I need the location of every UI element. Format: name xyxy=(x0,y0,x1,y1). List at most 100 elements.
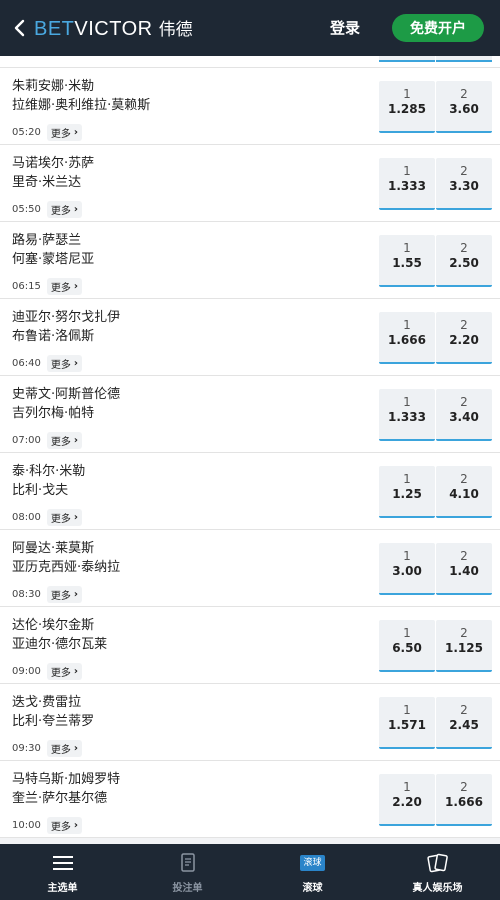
odds-button-2[interactable]: 2 2.20 xyxy=(436,312,492,364)
odds-button-1[interactable]: 1 1.666 xyxy=(379,312,435,364)
odds-button-1[interactable]: 1 1.333 xyxy=(379,158,435,210)
nav-home-label: 主选单 xyxy=(47,883,78,894)
match-row[interactable]: 达伦·埃尔金斯 亚迪尔·德尔瓦莱 09:00 更多 › 1 6.50 2 1.1… xyxy=(0,607,500,684)
more-label: 更多 xyxy=(50,283,71,294)
match-row[interactable]: 阿曼达·莱莫斯 亚历克西娅·泰纳拉 08:30 更多 › 1 3.00 2 1.… xyxy=(0,530,500,607)
back-button[interactable] xyxy=(6,0,32,56)
nav-live-label: 滚球 xyxy=(302,883,323,894)
chevron-right-icon: › xyxy=(73,281,78,292)
chevron-left-icon xyxy=(14,19,25,37)
player-1-name: 路易·萨瑟兰 xyxy=(12,233,82,248)
more-markets-button[interactable]: 更多 › xyxy=(46,355,82,372)
nav-casino[interactable]: 真人娱乐场 xyxy=(375,844,500,900)
match-participants[interactable]: 马诺埃尔·苏萨 里奇·米兰达 xyxy=(12,154,94,192)
more-markets-button[interactable]: 更多 › xyxy=(46,509,82,526)
more-markets-button[interactable]: 更多 › xyxy=(46,432,82,449)
match-time: 08:00 xyxy=(12,512,41,523)
match-participants[interactable]: 达伦·埃尔金斯 亚迪尔·德尔瓦莱 xyxy=(12,616,107,654)
chevron-right-icon: › xyxy=(73,589,78,600)
previous-odd-stub-2 xyxy=(436,56,492,62)
odds-value: 1.285 xyxy=(388,102,426,116)
chevron-right-icon: › xyxy=(73,820,78,831)
player-1-name: 史蒂文·阿斯普伦德 xyxy=(12,387,121,402)
match-participants[interactable]: 朱莉安娜·米勒 拉维娜·奥利维拉·莫赖斯 xyxy=(12,77,150,115)
more-label: 更多 xyxy=(50,206,71,217)
cards-icon xyxy=(426,853,449,873)
player-2-name: 布鲁诺·洛佩斯 xyxy=(12,329,95,344)
odds-button-2[interactable]: 2 3.40 xyxy=(436,389,492,441)
odds-button-2[interactable]: 2 1.125 xyxy=(436,620,492,672)
match-row[interactable]: 泰·科尔·米勒 比利·戈夫 08:00 更多 › 1 1.25 2 4.10 xyxy=(0,453,500,530)
match-row[interactable]: 马诺埃尔·苏萨 里奇·米兰达 05:50 更多 › 1 1.333 2 3.30 xyxy=(0,145,500,222)
more-markets-button[interactable]: 更多 › xyxy=(46,663,82,680)
match-participants[interactable]: 泰·科尔·米勒 比利·戈夫 xyxy=(12,462,85,500)
match-participants[interactable]: 阿曼达·莱莫斯 亚历克西娅·泰纳拉 xyxy=(12,539,120,577)
odds-button-2[interactable]: 2 4.10 xyxy=(436,466,492,518)
odds-value: 1.25 xyxy=(392,487,422,501)
odds-button-1[interactable]: 1 1.55 xyxy=(379,235,435,287)
more-markets-button[interactable]: 更多 › xyxy=(46,586,82,603)
odds-button-1[interactable]: 1 3.00 xyxy=(379,543,435,595)
more-label: 更多 xyxy=(50,360,71,371)
match-row[interactable]: 史蒂文·阿斯普伦德 吉列尔梅·帕特 07:00 更多 › 1 1.333 2 3… xyxy=(0,376,500,453)
more-label: 更多 xyxy=(50,514,71,525)
more-markets-button[interactable]: 更多 › xyxy=(46,124,82,141)
odds-outcome-label: 1 xyxy=(403,395,411,409)
previous-odd-stub-1 xyxy=(379,56,435,62)
odds-button-1[interactable]: 1 6.50 xyxy=(379,620,435,672)
odds-button-1[interactable]: 1 2.20 xyxy=(379,774,435,826)
chevron-right-icon: › xyxy=(73,435,78,446)
match-time: 05:20 xyxy=(12,127,41,138)
match-row[interactable]: 迭戈·费雷拉 比利·夸兰蒂罗 09:30 更多 › 1 1.571 2 2.45 xyxy=(0,684,500,761)
match-time: 06:40 xyxy=(12,358,41,369)
odds-button-2[interactable]: 2 2.45 xyxy=(436,697,492,749)
player-1-name: 迪亚尔·努尔戈扎伊 xyxy=(12,310,121,325)
odds-value: 3.30 xyxy=(449,179,479,193)
odds-button-2[interactable]: 2 2.50 xyxy=(436,235,492,287)
match-meta: 05:50 更多 › xyxy=(12,201,82,218)
more-markets-button[interactable]: 更多 › xyxy=(46,278,82,295)
logo-bet: BET xyxy=(34,18,75,40)
odds-button-1[interactable]: 1 1.333 xyxy=(379,389,435,441)
player-1-name: 达伦·埃尔金斯 xyxy=(12,618,95,633)
match-time: 07:00 xyxy=(12,435,41,446)
odds-value: 2.20 xyxy=(392,795,422,809)
match-participants[interactable]: 迪亚尔·努尔戈扎伊 布鲁诺·洛佩斯 xyxy=(12,308,120,346)
nav-home[interactable]: 主选单 xyxy=(0,844,125,900)
login-button[interactable]: 登录 xyxy=(330,17,360,38)
chevron-right-icon: › xyxy=(73,127,78,138)
odds-button-1[interactable]: 1 1.285 xyxy=(379,81,435,133)
logo-chinese: 伟德 xyxy=(158,20,193,40)
match-participants[interactable]: 路易·萨瑟兰 何塞·蒙塔尼亚 xyxy=(12,231,94,269)
odds-outcome-label: 1 xyxy=(403,626,411,640)
match-participants[interactable]: 史蒂文·阿斯普伦德 吉列尔梅·帕特 xyxy=(12,385,120,423)
odds-button-1[interactable]: 1 1.571 xyxy=(379,697,435,749)
match-participants[interactable]: 迭戈·费雷拉 比利·夸兰蒂罗 xyxy=(12,693,94,731)
match-row[interactable]: 迪亚尔·努尔戈扎伊 布鲁诺·洛佩斯 06:40 更多 › 1 1.666 2 2… xyxy=(0,299,500,376)
betslip-icon xyxy=(179,853,197,873)
match-row[interactable]: 朱莉安娜·米勒 拉维娜·奥利维拉·莫赖斯 05:20 更多 › 1 1.285 … xyxy=(0,68,500,145)
odds-button-2[interactable]: 2 3.60 xyxy=(436,81,492,133)
match-row[interactable]: 路易·萨瑟兰 何塞·蒙塔尼亚 06:15 更多 › 1 1.55 2 2.50 xyxy=(0,222,500,299)
more-markets-button[interactable]: 更多 › xyxy=(46,201,82,218)
betvictor-logo[interactable]: BET VICTOR 伟德 xyxy=(34,15,193,41)
match-row[interactable]: 马特乌斯·加姆罗特 奎兰·萨尔基尔德 10:00 更多 › 1 2.20 2 1… xyxy=(0,761,500,838)
more-markets-button[interactable]: 更多 › xyxy=(46,740,82,757)
more-markets-button[interactable]: 更多 › xyxy=(46,817,82,834)
odds-button-2[interactable]: 2 3.30 xyxy=(436,158,492,210)
nav-betslip[interactable]: 投注单 xyxy=(125,844,250,900)
odds-outcome-label: 1 xyxy=(403,164,411,178)
odds-outcome-label: 1 xyxy=(403,318,411,332)
odds-button-1[interactable]: 1 1.25 xyxy=(379,466,435,518)
nav-live[interactable]: 滚球 滚球 xyxy=(250,844,375,900)
chevron-right-icon: › xyxy=(73,358,78,369)
odds-outcome-label: 1 xyxy=(403,549,411,563)
player-1-name: 阿曼达·莱莫斯 xyxy=(12,541,95,556)
odds-button-2[interactable]: 2 1.40 xyxy=(436,543,492,595)
odds-button-2[interactable]: 2 1.666 xyxy=(436,774,492,826)
match-participants[interactable]: 马特乌斯·加姆罗特 奎兰·萨尔基尔德 xyxy=(12,770,120,808)
odds-outcome-label: 2 xyxy=(460,780,468,794)
chevron-right-icon: › xyxy=(73,204,78,215)
odds-outcome-label: 2 xyxy=(460,87,468,101)
register-button[interactable]: 免费开户 xyxy=(392,14,484,42)
